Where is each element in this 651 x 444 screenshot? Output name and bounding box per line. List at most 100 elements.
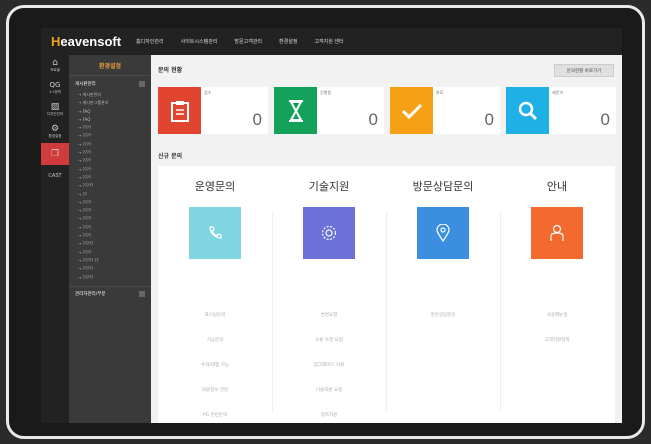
status-card-reask[interactable]: 재문의 0 xyxy=(506,87,616,134)
logo-text: eavensoft xyxy=(60,34,122,49)
sidebar-item[interactable]: → ???? xyxy=(69,215,151,223)
list-item[interactable]: PG 관련문의 xyxy=(158,412,272,418)
sidebar-item[interactable]: → ???? xyxy=(69,174,151,182)
column-title: 안내 xyxy=(546,180,568,193)
card-icon-box xyxy=(506,87,549,134)
list-item[interactable]: 회원정보 관련 xyxy=(158,387,272,393)
card-icon-box xyxy=(158,87,201,134)
card-count: 0 xyxy=(484,110,494,129)
tile-visit[interactable] xyxy=(417,207,469,259)
collapse-icon[interactable] xyxy=(139,291,145,298)
store-icon: ⌂ xyxy=(52,58,58,68)
tile-info[interactable] xyxy=(531,207,583,259)
sidebar-item[interactable]: → ???? xyxy=(69,249,151,257)
app-screen: Heavensoft 홈디자인관리 사이트시스템관리 방문고객관리 환경설정 고… xyxy=(41,28,622,423)
iconbar-settings[interactable]: ⚙ 환경설정 xyxy=(41,121,69,143)
card-label: 진행중 xyxy=(320,90,332,95)
iconbar-label: 프로필 xyxy=(50,68,60,72)
logo-initial: H xyxy=(51,34,61,49)
sidebar-item[interactable]: → ????? xyxy=(69,274,151,282)
iconbar-cast[interactable]: CAST xyxy=(41,165,69,187)
list-item[interactable]: 접속지원 xyxy=(272,412,386,418)
column-tech: 기술지원 변경요청 오류 수정 요청 업그레이드 지원 기술지원 요청 접속지원 xyxy=(272,166,386,423)
list-item[interactable]: 사용매뉴얼 xyxy=(500,312,614,318)
iconbar-store[interactable]: ⌂ 프로필 xyxy=(41,55,69,77)
clipboard-icon xyxy=(170,100,189,122)
settings-icon: ⚙ xyxy=(50,124,60,134)
card-count: 0 xyxy=(600,110,610,129)
sidebar-item[interactable]: → ?? xyxy=(69,191,151,199)
sidebar-item[interactable]: → ???? xyxy=(69,199,151,207)
nav-item[interactable]: 환경설정 xyxy=(279,38,297,45)
iconbar-label: 1:1문의 xyxy=(48,90,62,94)
sidebar-item[interactable]: → FAQ xyxy=(69,108,151,116)
iconbar-label: 디자인관리 xyxy=(46,112,64,116)
sidebar-item[interactable]: → ???? xyxy=(69,166,151,174)
sidebar-item[interactable]: → 게시판관리 xyxy=(69,91,151,99)
sidebar-item[interactable]: → ???? xyxy=(69,124,151,132)
list-item[interactable]: 변경요청 xyxy=(272,312,386,318)
sidebar-item[interactable]: → ????? xyxy=(69,240,151,248)
iconbar-design[interactable]: ▨ 디자인관리 xyxy=(41,99,69,121)
image-icon: ▨ xyxy=(50,102,60,112)
sidebar-item[interactable]: → ????? xyxy=(69,182,151,190)
sidebar-item[interactable]: → ???? xyxy=(69,157,151,165)
sidebar-item[interactable]: → ????? xyxy=(69,265,151,273)
sidebar-item[interactable]: → ???? xyxy=(69,232,151,240)
sidebar: 환경설정 게시판관리 → 게시판관리 → 게시판그룹관리 → FAQ → FAQ → ?… xyxy=(69,55,151,423)
card-icon-box xyxy=(390,87,433,134)
nav-item[interactable]: 사이트시스템관리 xyxy=(181,38,218,45)
iconbar-cast-active[interactable]: ❐ xyxy=(41,143,69,165)
icon-bar: ⌂ 프로필 QG 1:1문의 ▨ 디자인관리 ⚙ 환경설정 ❐ CAST xyxy=(41,55,69,423)
status-title: 문의 현황 xyxy=(158,67,183,74)
phone-icon xyxy=(209,226,222,239)
column-title: 방문상담문의 xyxy=(412,180,474,193)
location-icon xyxy=(436,224,450,242)
sidebar-items: → 게시판관리 → 게시판그룹관리 → FAQ → FAQ → ???? → ???? → … xyxy=(69,91,151,282)
column-title: 기술지원 xyxy=(308,180,350,193)
nav-item[interactable]: 방문고객관리 xyxy=(234,38,262,45)
sidebar-item[interactable]: → FAQ xyxy=(69,116,151,124)
card-icon-box xyxy=(274,87,317,134)
nav-item[interactable]: 고객지원 센터 xyxy=(314,38,343,45)
status-card-inprogress[interactable]: 진행중 0 xyxy=(274,87,384,134)
tile-operation[interactable] xyxy=(189,207,241,259)
sidebar-item[interactable]: → ???? xyxy=(69,207,151,215)
collapse-icon[interactable] xyxy=(139,80,145,87)
sidebar-item[interactable]: → ???? xyxy=(69,141,151,149)
sidebar-group-label: 관리자관리/부분 xyxy=(75,292,106,298)
card-count: 0 xyxy=(368,110,378,129)
sidebar-item[interactable]: → 게시판그룹관리 xyxy=(69,99,151,107)
list-item[interactable]: 방문상담문의 xyxy=(386,312,500,318)
tile-tech[interactable] xyxy=(303,207,355,259)
status-card-done[interactable]: 완료 0 xyxy=(390,87,500,134)
sidebar-group-board[interactable]: 게시판관리 xyxy=(69,75,151,91)
list-item[interactable]: 표스팅문의 xyxy=(158,312,272,318)
list-item[interactable]: 고객지원정책 xyxy=(500,337,614,343)
sidebar-item[interactable]: → ???? xyxy=(69,224,151,232)
list-item[interactable]: 투자/대행 기능 xyxy=(158,362,272,368)
info-icon xyxy=(550,224,564,241)
list-item[interactable]: 기술지원 요청 xyxy=(272,387,386,393)
iconbar-qna[interactable]: QG 1:1문의 xyxy=(41,77,69,99)
cast-icon: ❐ xyxy=(50,148,60,159)
sidebar-item[interactable]: → ????? ?? xyxy=(69,257,151,265)
list-item[interactable]: 기능문의 xyxy=(158,337,272,343)
sidebar-item[interactable]: → ???? xyxy=(69,149,151,157)
list-item[interactable]: 업그레이드 지원 xyxy=(272,362,386,368)
logo[interactable]: Heavensoft xyxy=(51,34,136,49)
status-shortcut-button[interactable]: 문의현황 바로가기 xyxy=(554,64,614,77)
search-icon xyxy=(518,101,537,120)
nav-item[interactable]: 홈디자인관리 xyxy=(136,38,164,45)
list-item[interactable]: 오류 수정 요청 xyxy=(272,337,386,343)
sidebar-item[interactable]: → ???? xyxy=(69,132,151,140)
column-info: 안내 사용매뉴얼 고객지원정책 xyxy=(500,166,614,423)
gear-icon xyxy=(321,225,337,241)
status-card-received[interactable]: 접수 0 xyxy=(158,87,268,134)
column-visit: 방문상담문의 방문상담문의 xyxy=(386,166,500,423)
inquiry-panel: 운영문의 표스팅문의 기능문의 투자/대행 기능 회원정보 관련 PG 관련문의… xyxy=(158,166,615,423)
sidebar-title: 환경설정 xyxy=(98,62,122,70)
sidebar-group-admin[interactable]: 관리자관리/부분 xyxy=(69,285,151,302)
sidebar-group-label: 게시판관리 xyxy=(75,81,96,87)
new-inquiry-title: 신규 문의 xyxy=(158,153,183,160)
